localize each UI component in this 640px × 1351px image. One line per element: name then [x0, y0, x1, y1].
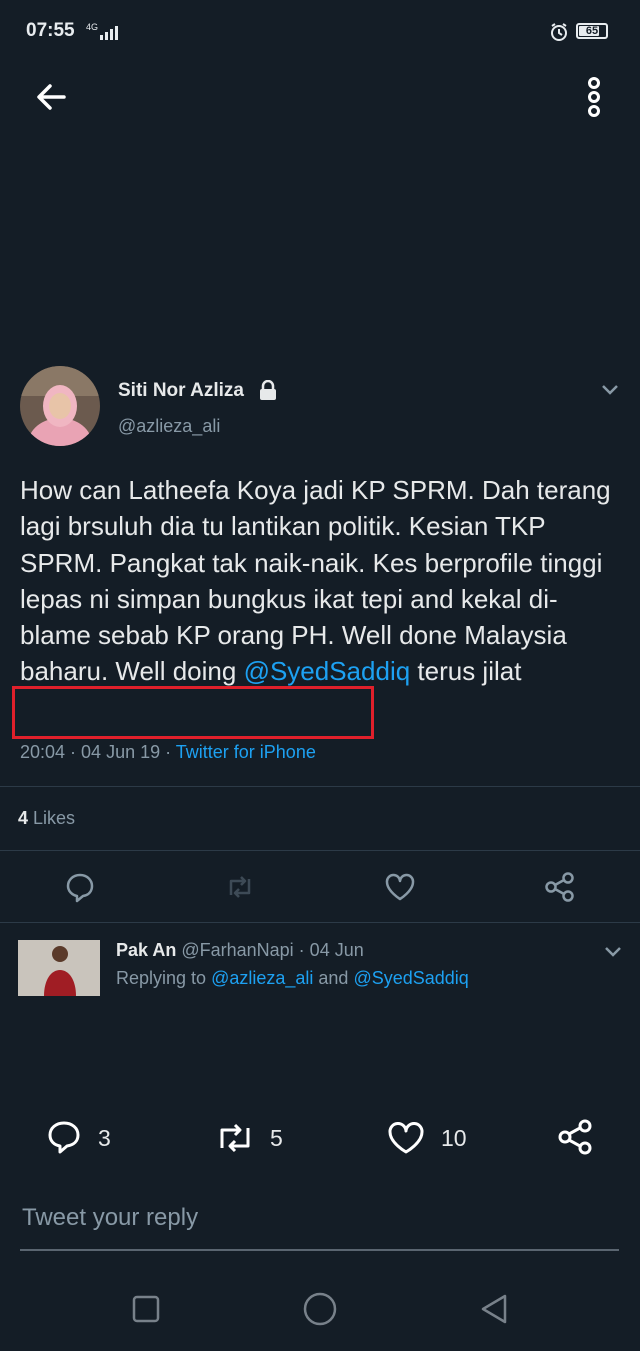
author-name[interactable]: Siti Nor Azliza — [118, 380, 244, 402]
highlight-box — [12, 686, 374, 739]
tweet-text-end: terus jilat — [410, 656, 522, 687]
home-icon[interactable] — [302, 1291, 338, 1332]
alarm-icon — [549, 22, 569, 47]
reply-header: Pak An @FarhanNapi · 04 Jun — [116, 940, 364, 961]
replying-to: Replying to @azlieza_ali and @SyedSaddiq — [116, 968, 469, 989]
input-underline — [20, 1249, 619, 1251]
tweet-text: How can Latheefa Koya jadi KP SPRM. Dah … — [20, 472, 626, 690]
reply-icon[interactable] — [62, 869, 98, 905]
replying-mention-2[interactable]: @SyedSaddiq — [353, 968, 468, 988]
divider — [0, 850, 640, 851]
share-count-icon[interactable] — [556, 1117, 596, 1162]
tweet-source[interactable]: Twitter for iPhone — [176, 742, 316, 762]
retweet-count: 5 — [270, 1125, 283, 1151]
recent-apps-icon[interactable] — [132, 1295, 160, 1328]
reply-input[interactable]: Tweet your reply — [22, 1204, 198, 1232]
heart-icon[interactable] — [382, 869, 418, 905]
back-arrow-icon[interactable] — [32, 78, 72, 118]
author-avatar[interactable] — [20, 366, 100, 446]
replying-and: and — [313, 968, 354, 988]
battery-level: 65 — [585, 25, 599, 37]
mention-link[interactable]: @SyedSaddiq — [244, 656, 411, 686]
reply-count-icon[interactable] — [44, 1118, 84, 1163]
protected-lock-icon — [259, 379, 277, 405]
divider — [0, 922, 640, 923]
reply-meta: @FarhanNapi · 04 Jun — [176, 940, 364, 960]
replying-mention-1[interactable]: @azlieza_ali — [211, 968, 313, 988]
likes-count: 4 — [18, 808, 29, 828]
chevron-down-icon[interactable] — [601, 382, 619, 401]
signal-icon — [100, 24, 118, 40]
share-icon[interactable] — [542, 869, 578, 905]
chevron-down-icon[interactable] — [604, 944, 622, 963]
author-handle[interactable]: @azlieza_ali — [118, 416, 220, 437]
reply-avatar[interactable] — [18, 940, 100, 996]
reply-author-name[interactable]: Pak An — [116, 940, 176, 960]
retweet-count-icon[interactable] — [213, 1118, 257, 1163]
retweet-icon — [222, 869, 258, 905]
replying-prefix: Replying to — [116, 968, 212, 988]
divider — [0, 786, 640, 787]
tweet-text-body: How can Latheefa Koya jadi KP SPRM. Dah … — [20, 475, 618, 687]
like-count-icon[interactable] — [385, 1118, 427, 1163]
battery-icon: 65 — [576, 23, 608, 39]
tweet-meta: 20:04 · 04 Jun 19 · Twitter for iPhone — [20, 742, 316, 763]
network-type: 4G — [86, 22, 99, 32]
like-count: 10 — [441, 1125, 467, 1151]
likes-summary[interactable]: 4 Likes — [18, 808, 75, 829]
reply-count: 3 — [98, 1125, 111, 1151]
likes-label: Likes — [28, 808, 76, 828]
status-time: 07:55 — [26, 20, 75, 41]
tweet-timestamp: 20:04 · 04 Jun 19 · — [20, 742, 176, 762]
more-options-icon[interactable] — [582, 76, 606, 120]
back-nav-icon[interactable] — [478, 1293, 510, 1330]
